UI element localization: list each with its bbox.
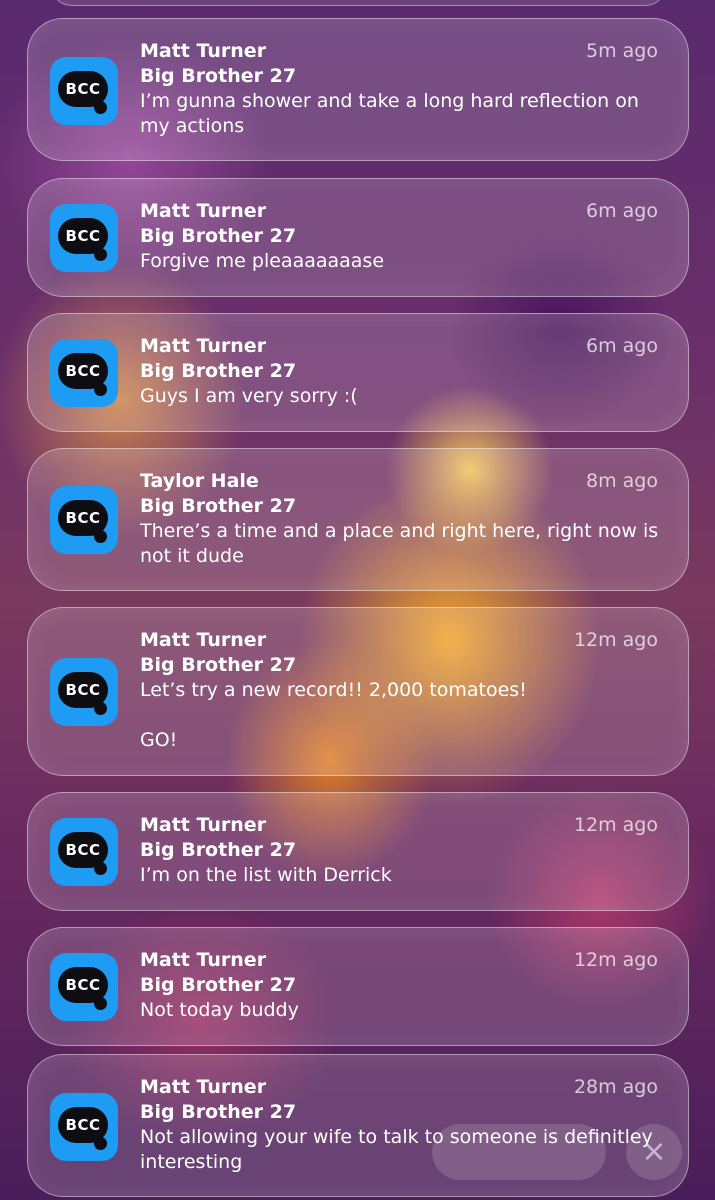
bcc-app-icon: BCC — [50, 818, 118, 886]
bcc-app-icon: BCC — [50, 1093, 118, 1161]
notification-sender: Taylor Hale — [140, 470, 259, 492]
speech-bubble-tail — [94, 530, 107, 543]
speech-bubble-tail — [94, 101, 107, 114]
notification-subtitle: Big Brother 27 — [140, 974, 297, 996]
notification-sender: Matt Turner — [140, 335, 267, 357]
notification-time: 12m ago — [573, 629, 658, 651]
notification-action-bar[interactable] — [432, 1124, 606, 1180]
speech-bubble-tail — [94, 248, 107, 261]
notification-message: Not today buddy — [140, 999, 299, 1021]
notification-time: 6m ago — [586, 200, 658, 222]
notification-message: Guys I am very sorry :( — [140, 385, 358, 407]
bcc-app-icon: BCC — [50, 339, 118, 407]
notification-subtitle: Big Brother 27 — [140, 495, 297, 517]
speech-bubble-tail — [94, 997, 107, 1010]
notification-card[interactable]: BCC Matt Turner Big Brother 27 Forgive m… — [27, 178, 689, 297]
notification-sender: Matt Turner — [140, 1076, 267, 1098]
notification-message: I’m gunna shower and take a long hard re… — [140, 90, 645, 137]
notification-message: I’m on the list with Derrick — [140, 864, 392, 886]
notification-subtitle: Big Brother 27 — [140, 225, 297, 247]
notification-card[interactable]: BCC Taylor Hale Big Brother 27 There’s a… — [27, 448, 689, 591]
notification-subtitle: Big Brother 27 — [140, 65, 297, 87]
speech-bubble-tail — [94, 702, 107, 715]
previous-notification-edge[interactable] — [50, 0, 667, 6]
notification-time: 8m ago — [586, 470, 658, 492]
notification-time: 28m ago — [573, 1076, 658, 1098]
notification-time: 5m ago — [586, 40, 658, 62]
notification-time: 12m ago — [573, 949, 658, 971]
speech-bubble-tail — [94, 1137, 107, 1150]
notification-subtitle: Big Brother 27 — [140, 1101, 297, 1123]
speech-bubble-tail — [94, 383, 107, 396]
notification-time: 6m ago — [586, 335, 658, 357]
notification-card[interactable]: BCC Matt Turner Big Brother 27 Guys I am… — [27, 313, 689, 432]
notification-card[interactable]: BCC Matt Turner Big Brother 27 Let’s try… — [27, 607, 689, 776]
notification-card[interactable]: BCC Matt Turner Big Brother 27 I’m gunna… — [27, 18, 689, 161]
notification-time: 12m ago — [573, 814, 658, 836]
bcc-app-icon: BCC — [50, 953, 118, 1021]
bcc-app-icon: BCC — [50, 57, 118, 125]
bcc-app-icon: BCC — [50, 204, 118, 272]
notification-sender: Matt Turner — [140, 200, 267, 222]
notification-subtitle: Big Brother 27 — [140, 839, 297, 861]
notification-card[interactable]: BCC Matt Turner Big Brother 27 Not today… — [27, 927, 689, 1046]
close-icon[interactable]: × — [626, 1124, 682, 1180]
notification-card[interactable]: BCC Matt Turner Big Brother 27 I’m on th… — [27, 792, 689, 911]
notification-message: There’s a time and a place and right her… — [140, 520, 665, 567]
notification-sender: Matt Turner — [140, 814, 267, 836]
notification-subtitle: Big Brother 27 — [140, 654, 297, 676]
notification-message: Let’s try a new record!! 2,000 tomatoes!… — [140, 679, 527, 751]
notification-subtitle: Big Brother 27 — [140, 360, 297, 382]
notification-sender: Matt Turner — [140, 40, 267, 62]
notification-sender: Matt Turner — [140, 629, 267, 651]
bcc-app-icon: BCC — [50, 658, 118, 726]
speech-bubble-tail — [94, 862, 107, 875]
notification-message: Forgive me pleaaaaaaase — [140, 250, 385, 272]
notification-sender: Matt Turner — [140, 949, 267, 971]
bcc-app-icon: BCC — [50, 486, 118, 554]
